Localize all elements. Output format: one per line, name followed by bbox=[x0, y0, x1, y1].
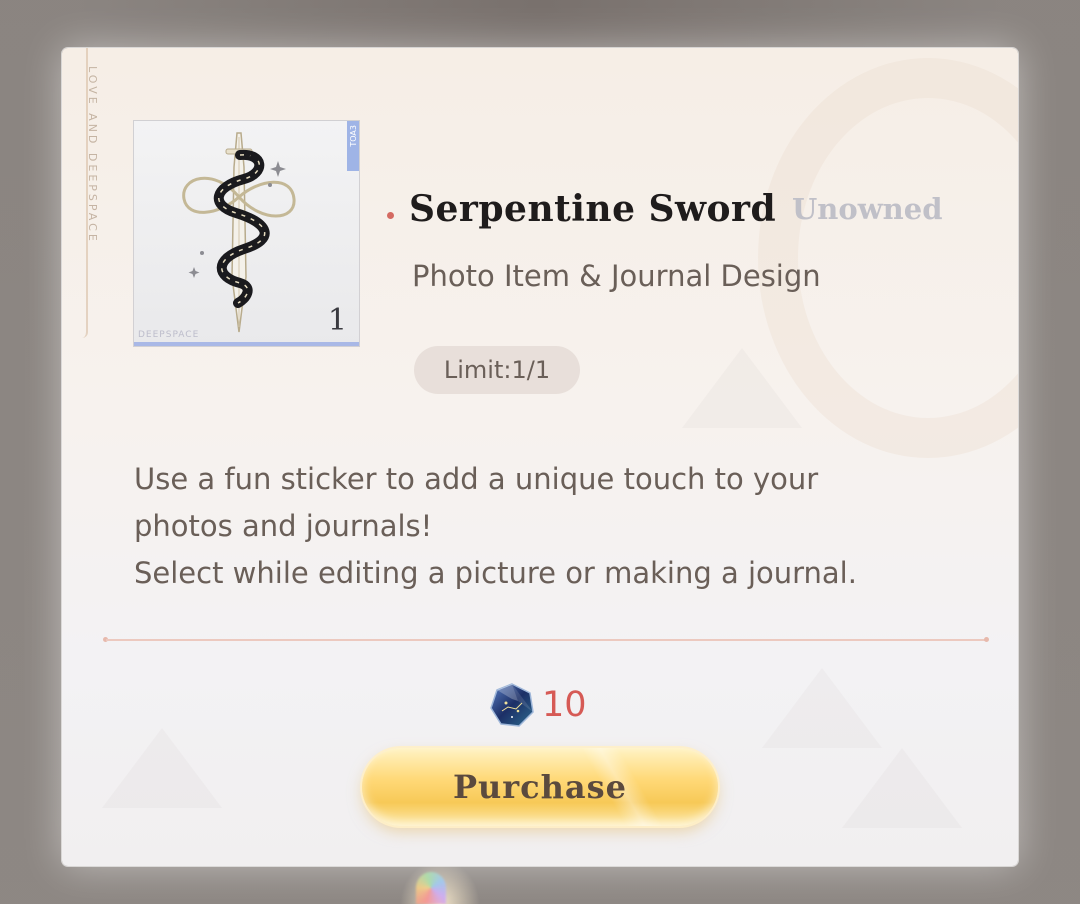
decorative-triangle bbox=[842, 748, 962, 828]
item-category: Photo Item & Journal Design bbox=[412, 259, 821, 293]
price: 10 bbox=[488, 680, 587, 730]
purchase-button[interactable]: Purchase bbox=[362, 748, 718, 826]
deepspace-gem-icon bbox=[490, 683, 534, 727]
card-tag: TOA3 bbox=[347, 121, 359, 171]
ownership-status: Unowned bbox=[792, 192, 943, 226]
item-title: Serpentine Sword bbox=[409, 188, 777, 230]
item-card: TOA3 DEEPSPACE 1 bbox=[134, 121, 359, 346]
purchase-button-label: Purchase bbox=[452, 768, 628, 806]
item-detail-panel: LOVE AND DEEPSPACE TOA3 DEEPSPACE 1 Serp… bbox=[62, 48, 1018, 866]
purchase-limit-badge: Limit:1/1 bbox=[414, 346, 580, 394]
decorative-triangle bbox=[762, 668, 882, 748]
card-tag-text: TOA3 bbox=[349, 125, 358, 147]
title-bullet bbox=[387, 212, 394, 219]
card-bottom-strip bbox=[134, 342, 359, 346]
price-amount: 10 bbox=[542, 685, 587, 725]
side-brand-text: LOVE AND DEEPSPACE bbox=[86, 66, 99, 244]
decorative-triangle bbox=[102, 728, 222, 808]
serpent-sword-icon bbox=[182, 132, 296, 333]
rainbow-glow bbox=[416, 872, 446, 904]
decorative-triangle bbox=[682, 348, 802, 428]
description-line: photos and journals! bbox=[134, 509, 433, 543]
card-brand-text: DEEPSPACE bbox=[138, 330, 200, 340]
description-line: Select while editing a picture or making… bbox=[134, 556, 857, 590]
item-count: 1 bbox=[327, 303, 347, 338]
divider bbox=[106, 639, 986, 641]
divider-dot bbox=[984, 637, 989, 642]
description-line: Use a fun sticker to add a unique touch … bbox=[134, 462, 819, 496]
item-description: Use a fun sticker to add a unique touch … bbox=[134, 456, 994, 597]
